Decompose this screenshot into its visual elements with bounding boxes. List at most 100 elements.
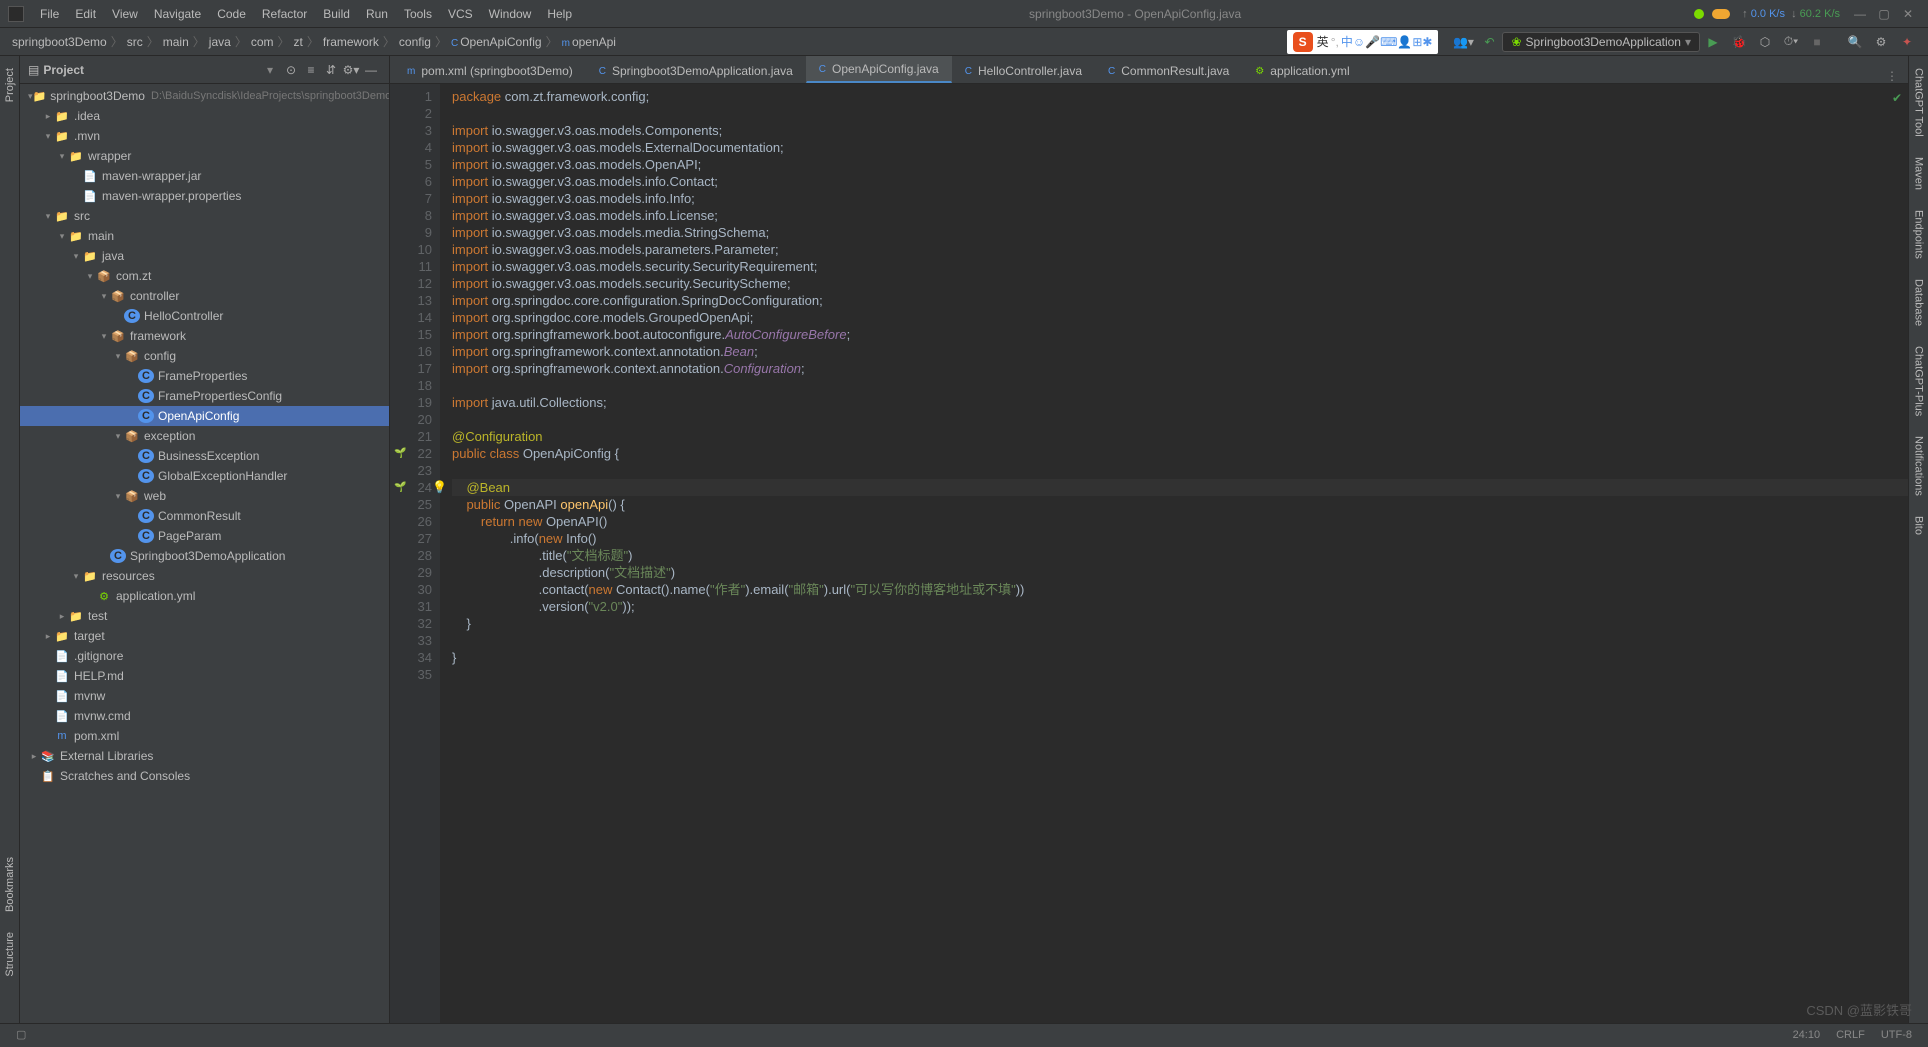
locate-icon[interactable]: ⊙ — [281, 63, 301, 77]
menu-navigate[interactable]: Navigate — [146, 7, 209, 21]
run-config-selector[interactable]: ❀ Springboot3DemoApplication ▾ — [1502, 32, 1700, 52]
tree-item[interactable]: ▾📦web — [20, 486, 389, 506]
line-number[interactable]: 3 — [390, 122, 432, 139]
tree-item[interactable]: ⚙application.yml — [20, 586, 389, 606]
tree-item[interactable]: ▾📁main — [20, 226, 389, 246]
line-number[interactable]: 4 — [390, 139, 432, 156]
tree-item[interactable]: ▸📚External Libraries — [20, 746, 389, 766]
menu-run[interactable]: Run — [358, 7, 396, 21]
tree-arrow-icon[interactable]: ▸ — [28, 751, 40, 762]
code-line[interactable]: import org.springdoc.core.models.Grouped… — [452, 309, 1908, 326]
ime-lang[interactable]: 英 — [1317, 33, 1329, 50]
tree-item[interactable]: CCommonResult — [20, 506, 389, 526]
tree-item[interactable]: ▾📁springboot3DemoD:\BaiduSyncdisk\IdeaPr… — [20, 86, 389, 106]
editor-tab[interactable]: mpom.xml (springboot3Demo) — [394, 58, 586, 83]
tree-item[interactable]: CPageParam — [20, 526, 389, 546]
tree-item[interactable]: 📄maven-wrapper.jar — [20, 166, 389, 186]
code-line[interactable]: import io.swagger.v3.oas.models.security… — [452, 275, 1908, 292]
line-number[interactable]: 24🌱 — [390, 479, 432, 496]
line-number[interactable]: 9 — [390, 224, 432, 241]
tree-item[interactable]: ▸📁target — [20, 626, 389, 646]
editor-tab[interactable]: CSpringboot3DemoApplication.java — [586, 58, 806, 83]
line-number[interactable]: 6 — [390, 173, 432, 190]
tree-item[interactable]: 📄HELP.md — [20, 666, 389, 686]
code-line[interactable]: import org.springframework.context.annot… — [452, 343, 1908, 360]
tree-item[interactable]: ▸📁.idea — [20, 106, 389, 126]
breadcrumb-item[interactable]: zt — [290, 35, 307, 49]
expand-icon[interactable]: ≡ — [301, 63, 321, 77]
editor-tab[interactable]: COpenApiConfig.java — [806, 56, 952, 83]
project-tree[interactable]: ▾📁springboot3DemoD:\BaiduSyncdisk\IdeaPr… — [20, 84, 389, 1023]
line-number[interactable]: 31 — [390, 598, 432, 615]
code-line[interactable]: import io.swagger.v3.oas.models.security… — [452, 258, 1908, 275]
tree-item[interactable]: 📄.gitignore — [20, 646, 389, 666]
code-line[interactable]: import org.springframework.boot.autoconf… — [452, 326, 1908, 343]
editor-tab[interactable]: CHelloController.java — [952, 58, 1095, 83]
tree-item[interactable]: ▾📁src — [20, 206, 389, 226]
menu-view[interactable]: View — [104, 7, 146, 21]
tree-item[interactable]: ▾📦config — [20, 346, 389, 366]
code-line[interactable]: .version("v2.0")); — [452, 598, 1908, 615]
tree-arrow-icon[interactable]: ▾ — [98, 291, 110, 302]
code-line[interactable] — [452, 411, 1908, 428]
tree-arrow-icon[interactable]: ▾ — [42, 211, 54, 222]
code-line[interactable] — [452, 632, 1908, 649]
line-number[interactable]: 13 — [390, 292, 432, 309]
code-line[interactable]: public OpenAPI openApi() { — [452, 496, 1908, 513]
tree-item[interactable]: ▾📦com.zt — [20, 266, 389, 286]
settings-icon[interactable]: ⚙ — [1870, 31, 1892, 53]
gutter-marker-icon[interactable]: 🌱 — [394, 445, 406, 462]
line-number[interactable]: 17 — [390, 360, 432, 377]
tree-arrow-icon[interactable]: ▾ — [112, 351, 124, 362]
tree-item[interactable]: 📄mvnw — [20, 686, 389, 706]
code-line[interactable]: } — [452, 615, 1908, 632]
tree-item[interactable]: ▾📁java — [20, 246, 389, 266]
line-number[interactable]: 23 — [390, 462, 432, 479]
search-icon[interactable]: 🔍 — [1844, 31, 1866, 53]
breadcrumb-item[interactable]: com — [247, 35, 278, 49]
menu-build[interactable]: Build — [315, 7, 358, 21]
users-icon[interactable]: 👥▾ — [1452, 31, 1474, 53]
breadcrumb-item[interactable]: mopenApi — [558, 35, 620, 49]
bookmarks-tool-tab[interactable]: Bookmarks — [4, 853, 16, 916]
code-line[interactable]: import io.swagger.v3.oas.models.OpenAPI; — [452, 156, 1908, 173]
tree-item[interactable]: CFrameProperties — [20, 366, 389, 386]
back-icon[interactable]: ↶ — [1478, 31, 1500, 53]
code-editor[interactable]: 12345678910111213141516171819202122🌱2324… — [390, 84, 1908, 1023]
tree-arrow-icon[interactable]: ▾ — [112, 491, 124, 502]
code-line[interactable]: import io.swagger.v3.oas.models.paramete… — [452, 241, 1908, 258]
line-number[interactable]: 27 — [390, 530, 432, 547]
code-line[interactable] — [452, 666, 1908, 683]
line-number[interactable]: 15 — [390, 326, 432, 343]
code-line[interactable]: .contact(new Contact().name("作者").email(… — [452, 581, 1908, 598]
tree-item[interactable]: 📄maven-wrapper.properties — [20, 186, 389, 206]
line-number[interactable]: 25 — [390, 496, 432, 513]
line-number[interactable]: 21 — [390, 428, 432, 445]
code-line[interactable]: import org.springdoc.core.configuration.… — [452, 292, 1908, 309]
minimize-button[interactable]: — — [1848, 7, 1872, 21]
breadcrumb-item[interactable]: COpenApiConfig — [447, 35, 546, 49]
tree-item[interactable]: CBusinessException — [20, 446, 389, 466]
editor-tab[interactable]: CCommonResult.java — [1095, 58, 1242, 83]
tree-item[interactable]: CSpringboot3DemoApplication — [20, 546, 389, 566]
editor-content[interactable]: package com.zt.framework.config;import i… — [440, 84, 1908, 1023]
tree-item[interactable]: 📋Scratches and Consoles — [20, 766, 389, 786]
tree-item[interactable]: CGlobalExceptionHandler — [20, 466, 389, 486]
line-number[interactable]: 19 — [390, 394, 432, 411]
close-button[interactable]: ✕ — [1896, 7, 1920, 21]
tree-item[interactable]: ▾📦controller — [20, 286, 389, 306]
menu-window[interactable]: Window — [481, 7, 540, 21]
code-line[interactable]: import io.swagger.v3.oas.models.info.Lic… — [452, 207, 1908, 224]
collapse-icon[interactable]: ⇵ — [321, 63, 341, 77]
project-tool-tab[interactable]: Project — [4, 64, 16, 106]
line-number[interactable]: 11 — [390, 258, 432, 275]
tree-item[interactable]: ▾📁resources — [20, 566, 389, 586]
right-tool-tab[interactable]: Database — [1913, 275, 1925, 330]
line-number[interactable]: 30 — [390, 581, 432, 598]
tree-arrow-icon[interactable]: ▾ — [98, 331, 110, 342]
ime-icon[interactable]: ✱ — [1422, 35, 1432, 49]
maximize-button[interactable]: ▢ — [1872, 7, 1896, 21]
file-encoding[interactable]: UTF-8 — [1881, 1029, 1912, 1041]
line-number[interactable]: 14 — [390, 309, 432, 326]
line-number[interactable]: 29 — [390, 564, 432, 581]
